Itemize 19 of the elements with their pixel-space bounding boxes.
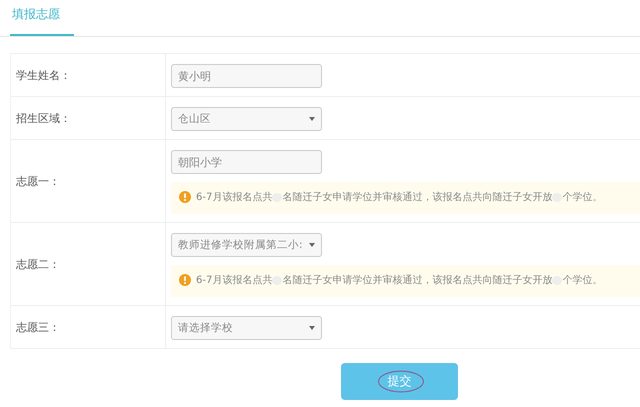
- notice-text: 6-7月该报名点共 名随迁子女申请学位并审核通过，该报名点共向随迁子女开放 个学位。: [196, 190, 602, 204]
- field-label: 志愿三：: [16, 320, 60, 334]
- field-label: 招生区域：: [16, 110, 71, 126]
- caret-icon: [309, 326, 315, 330]
- field-label: 志愿二：: [16, 256, 60, 272]
- select-field[interactable]: 仓山区: [171, 107, 322, 131]
- input-field[interactable]: 黄小明: [171, 64, 322, 88]
- submit-button[interactable]: 提交: [341, 363, 458, 400]
- warning-icon: [179, 191, 191, 203]
- field-label: 学生姓名：: [16, 68, 71, 82]
- caret-icon: [309, 243, 315, 247]
- field-label: 志愿一：: [16, 174, 60, 188]
- select-field[interactable]: 请选择学校: [171, 316, 322, 340]
- tab[interactable]: 填报志愿: [10, 6, 74, 36]
- select-field[interactable]: 教师进修学校附属第二小:: [171, 233, 322, 257]
- notice-text: 6-7月该报名点共 名随迁子女申请学位并审核通过，该报名点共向随迁子女开放 个学位。: [196, 274, 602, 287]
- warning-icon: [179, 274, 191, 286]
- input-field[interactable]: 朝阳小学: [171, 150, 322, 174]
- caret-icon: [309, 117, 315, 121]
